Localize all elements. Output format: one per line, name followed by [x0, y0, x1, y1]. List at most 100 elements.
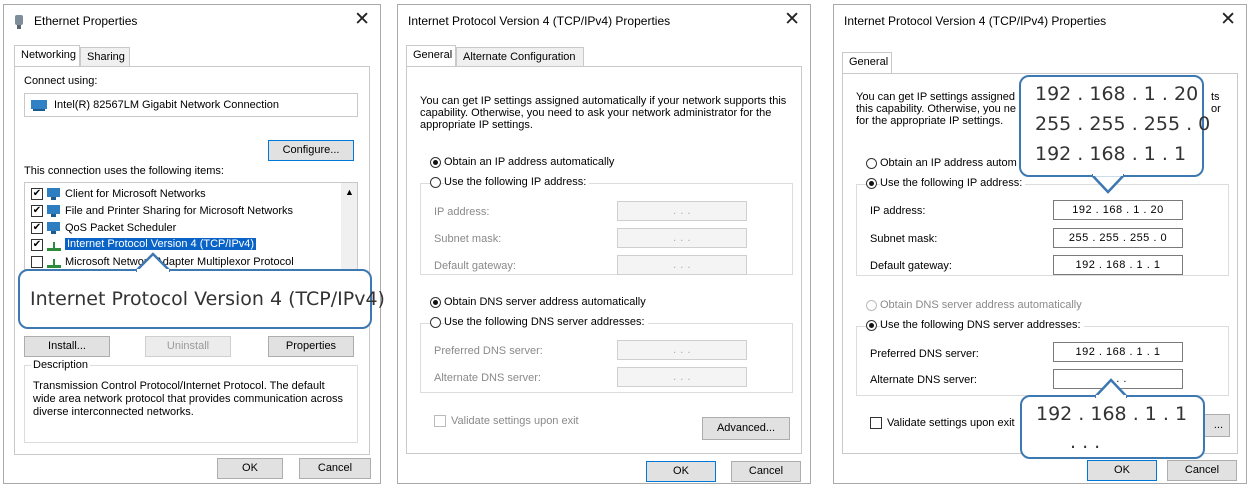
item-checkbox[interactable] [31, 256, 43, 268]
tab-general[interactable]: General [842, 52, 892, 73]
file-printer-sharing-icon [47, 205, 60, 217]
item-label: Internet Protocol Version 4 (TCP/IPv4) [65, 238, 257, 250]
default-gateway-label: Default gateway: [870, 260, 952, 272]
tab-general[interactable]: General [406, 45, 456, 66]
preferred-dns-label: Preferred DNS server: [870, 348, 979, 360]
description-group: Description Transmission Control Protoco… [24, 359, 358, 443]
item-label: File and Printer Sharing for Microsoft N… [65, 205, 294, 217]
install-button[interactable]: Install... [24, 336, 110, 357]
cancel-button[interactable]: Cancel [299, 458, 371, 479]
description-text: Transmission Control Protocol/Internet P… [33, 380, 343, 418]
networking-panel: Connect using: Intel(R) 82567LM Gigabit … [14, 66, 370, 455]
item-label: Microsoft Network Adapter Multiplexor Pr… [65, 256, 294, 268]
ok-button[interactable]: OK [217, 458, 283, 479]
list-item[interactable]: ✔ Client for Microsoft Networks [25, 186, 335, 202]
obtain-dns-auto-radio[interactable] [430, 297, 441, 308]
obtain-ip-auto-radio[interactable] [430, 157, 441, 168]
qos-scheduler-icon [47, 222, 60, 234]
advanced-button[interactable]: Advanced... [702, 417, 790, 440]
list-scrollbar[interactable]: ▲ [341, 183, 357, 269]
dns-values-callout: 192 . 168 . 1 . 1 . . . [1020, 395, 1205, 459]
list-item[interactable]: ✔ QoS Packet Scheduler [25, 220, 335, 236]
title-bar: Internet Protocol Version 4 (TCP/IPv4) P… [398, 5, 810, 37]
validate-checkbox[interactable] [870, 417, 882, 429]
close-icon[interactable]: ✕ [784, 9, 800, 31]
item-checkbox[interactable]: ✔ [31, 222, 43, 234]
default-gateway-field[interactable]: . . . [617, 255, 747, 275]
properties-button[interactable]: Properties [268, 336, 354, 357]
adapter-name: Intel(R) 82567LM Gigabit Network Connect… [54, 99, 280, 111]
item-checkbox[interactable]: ✔ [31, 239, 43, 251]
callout-pref-dns-value: 192 . 168 . 1 . 1 [1036, 403, 1188, 425]
subnet-mask-label: Subnet mask: [870, 233, 938, 245]
list-item-selected[interactable]: ✔ Internet Protocol Version 4 (TCP/IPv4) [25, 237, 335, 253]
items-list: ▲ ✔ Client for Microsoft Networks ✔ File… [24, 182, 358, 270]
ip-address-field[interactable]: 192 . 168 . 1 . 20 [1053, 200, 1183, 220]
ipv4-properties-dialog-static: Internet Protocol Version 4 (TCP/IPv4) P… [833, 4, 1247, 484]
default-gateway-field[interactable]: 192 . 168 . 1 . 1 [1053, 255, 1183, 275]
dialog-title: Internet Protocol Version 4 (TCP/IPv4) P… [408, 14, 671, 28]
network-adapter-icon [15, 15, 23, 29]
chevron-up-icon[interactable]: ▲ [345, 187, 354, 197]
callout-alt-dns-value: . . . [1070, 431, 1101, 453]
callout-ip-value: 192 . 168 . 1 . 20 [1035, 83, 1199, 105]
general-panel: You can get IP settings assigned automat… [406, 66, 802, 454]
obtain-ip-auto-label: Obtain an IP address automatically [444, 156, 615, 168]
preferred-dns-field[interactable]: . . . [617, 340, 747, 360]
obtain-ip-auto-radio[interactable] [866, 158, 877, 169]
obtain-dns-auto-radio[interactable] [866, 300, 877, 311]
tab-alternate-configuration[interactable]: Alternate Configuration [456, 47, 584, 66]
validate-checkbox[interactable] [434, 415, 446, 427]
alternate-dns-label: Alternate DNS server: [434, 372, 541, 384]
close-icon[interactable]: ✕ [1220, 9, 1236, 31]
preferred-dns-field[interactable]: 192 . 168 . 1 . 1 [1053, 342, 1183, 362]
intro-tail: ts [1211, 91, 1220, 103]
use-dns-radio[interactable] [430, 317, 441, 328]
uninstall-button[interactable]: Uninstall [145, 336, 231, 357]
item-checkbox[interactable]: ✔ [31, 188, 43, 200]
use-dns-radio[interactable] [866, 320, 877, 331]
client-network-icon [47, 188, 60, 200]
configure-button[interactable]: Configure... [268, 140, 354, 161]
callout-gateway-value: 192 . 168 . 1 . 1 [1035, 143, 1187, 165]
item-checkbox[interactable]: ✔ [31, 205, 43, 217]
list-item[interactable]: Microsoft Network Adapter Multiplexor Pr… [25, 254, 335, 269]
use-ip-label: Use the following IP address: [444, 176, 590, 188]
ok-button[interactable]: OK [646, 461, 716, 482]
list-item[interactable]: ✔ File and Printer Sharing for Microsoft… [25, 203, 335, 219]
cancel-button[interactable]: Cancel [731, 461, 801, 482]
obtain-dns-auto-label: Obtain DNS server address automatically [444, 296, 646, 308]
obtain-ip-auto-label: Obtain an IP address autom [880, 157, 1017, 169]
title-bar: Internet Protocol Version 4 (TCP/IPv4) P… [834, 5, 1246, 37]
ip-values-callout: 192 . 168 . 1 . 20 255 . 255 . 255 . 0 1… [1019, 75, 1210, 177]
callout-text: Internet Protocol Version 4 (TCP/IPv4) [30, 288, 385, 310]
item-label: Client for Microsoft Networks [65, 188, 206, 200]
intro-line: this capability. Otherwise, you ne [856, 103, 1016, 115]
alternate-dns-label: Alternate DNS server: [870, 374, 977, 386]
title-bar: Ethernet Properties ✕ [4, 5, 380, 37]
tab-networking[interactable]: Networking [14, 45, 80, 66]
callout-mask-value: 255 . 255 . 255 . 0 [1035, 113, 1211, 135]
ip-address-field[interactable]: . . . [617, 201, 747, 221]
dialog-title: Internet Protocol Version 4 (TCP/IPv4) P… [844, 14, 1107, 28]
default-gateway-label: Default gateway: [434, 260, 516, 272]
validate-label: Validate settings upon exit [451, 415, 579, 427]
subnet-mask-field[interactable]: 255 . 255 . 255 . 0 [1053, 228, 1183, 248]
cancel-button[interactable]: Cancel [1167, 460, 1237, 481]
tab-sharing[interactable]: Sharing [80, 47, 130, 66]
use-ip-radio[interactable] [430, 177, 441, 188]
items-label: This connection uses the following items… [24, 165, 224, 177]
use-ip-radio[interactable] [866, 178, 877, 189]
network-card-icon [31, 100, 47, 111]
alternate-dns-field[interactable]: . . . [617, 367, 747, 387]
ipv4-properties-dialog-auto: Internet Protocol Version 4 (TCP/IPv4) P… [397, 4, 811, 484]
intro-tail: or [1211, 103, 1221, 115]
subnet-mask-field[interactable]: . . . [617, 228, 747, 248]
close-icon[interactable]: ✕ [354, 9, 370, 31]
ip-address-label: IP address: [870, 205, 926, 217]
intro-line: for the appropriate IP settings. [856, 115, 1004, 127]
dialog-title: Ethernet Properties [34, 14, 138, 28]
ok-button[interactable]: OK [1087, 460, 1157, 481]
ethernet-properties-dialog: Ethernet Properties ✕ Networking Sharing… [3, 4, 385, 484]
use-ip-label: Use the following IP address: [880, 177, 1026, 189]
